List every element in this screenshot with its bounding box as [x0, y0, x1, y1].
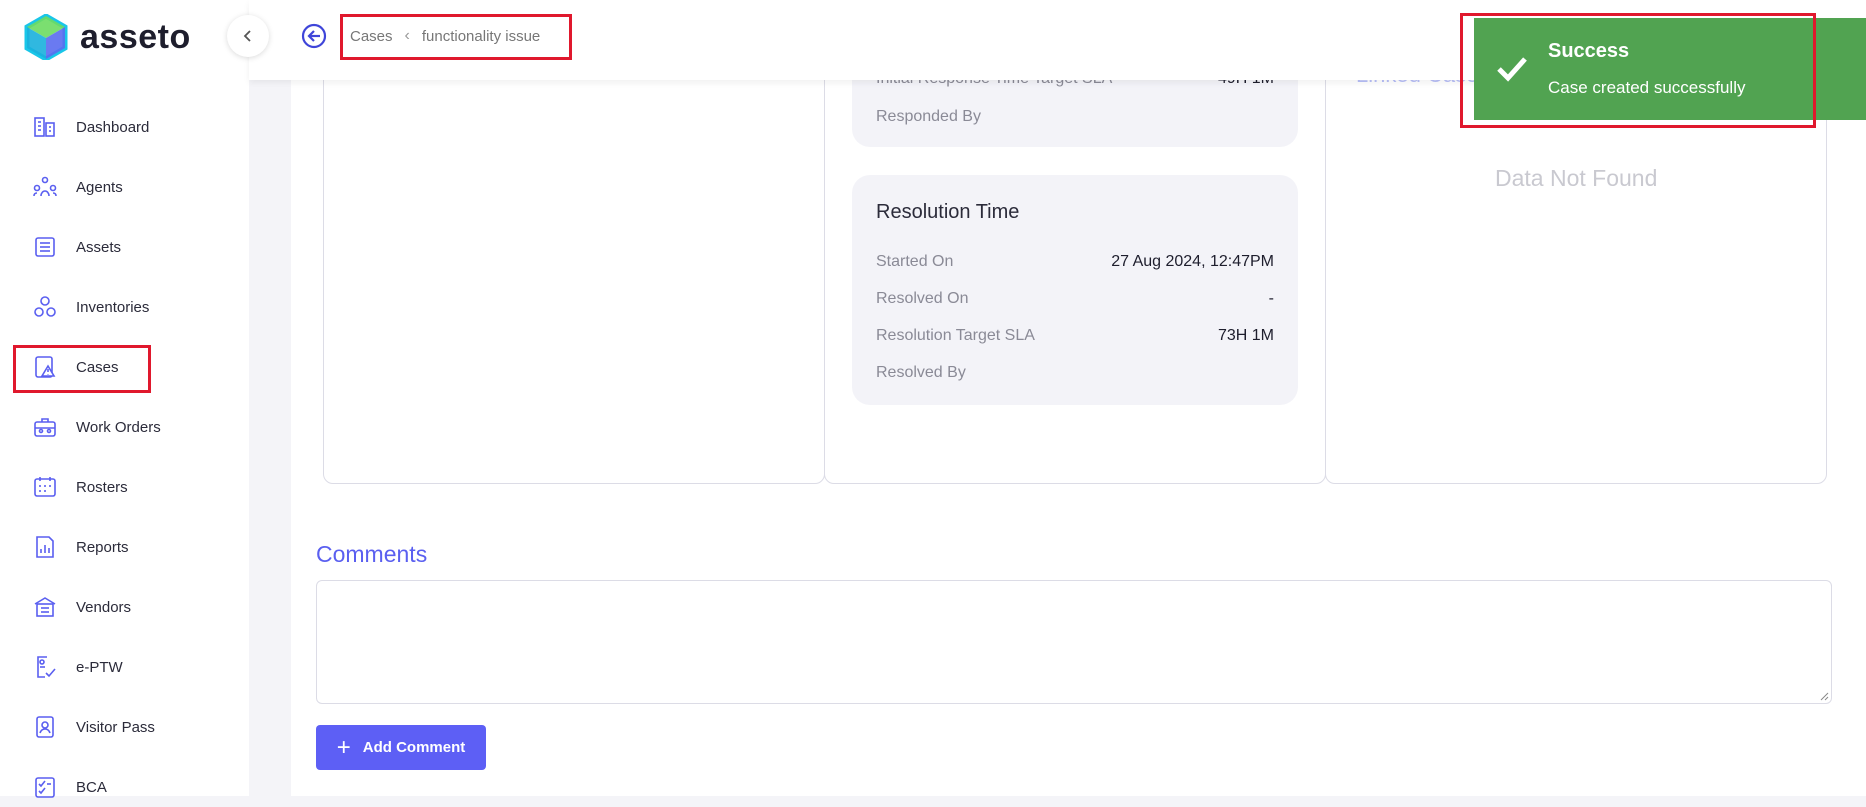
- resolution-time-card: Resolution Time Started On 27 Aug 2024, …: [852, 175, 1298, 405]
- sidebar-item-label: Visitor Pass: [76, 718, 155, 736]
- sidebar-item-bca[interactable]: BCA: [32, 767, 107, 807]
- sidebar: asseto Dashboard Agents Assets Inventori…: [0, 0, 249, 798]
- empty-state-text: Data Not Found: [1495, 165, 1658, 191]
- back-arrow-icon[interactable]: [300, 22, 328, 50]
- add-comment-label: Add Comment: [362, 739, 466, 756]
- sidebar-item-cases[interactable]: Cases: [32, 347, 119, 387]
- resolution-target-value: 73H 1M: [1217, 327, 1274, 344]
- sidebar-item-agents[interactable]: Agents: [32, 167, 123, 207]
- chevron-left-icon: ‹: [404, 27, 410, 44]
- sidebar-item-visitor-pass[interactable]: Visitor Pass: [32, 707, 155, 747]
- linked-cases-panel: [1325, 60, 1827, 484]
- sidebar-item-label: Cases: [76, 358, 119, 376]
- resolved-by-label: Resolved By: [876, 364, 966, 381]
- assets-icon: [32, 234, 58, 260]
- resolution-time-title: Resolution Time: [876, 201, 1020, 223]
- sidebar-item-assets[interactable]: Assets: [32, 227, 121, 267]
- details-panel: [323, 60, 825, 484]
- eptw-icon: [32, 654, 58, 680]
- reports-icon: [32, 534, 58, 560]
- comments-title: Comments: [316, 541, 428, 567]
- resolution-target-label: Resolution Target SLA: [876, 327, 1035, 344]
- brand-name: asseto: [80, 17, 191, 56]
- asseto-logo-icon: [24, 14, 68, 60]
- sidebar-item-dashboard[interactable]: Dashboard: [32, 107, 149, 147]
- sidebar-item-rosters[interactable]: Rosters: [32, 467, 128, 507]
- sidebar-item-label: Agents: [76, 178, 123, 196]
- responded-by-label: Responded By: [876, 108, 981, 125]
- sidebar-item-work-orders[interactable]: Work Orders: [32, 407, 161, 447]
- sidebar-item-label: e-PTW: [76, 658, 123, 676]
- sidebar-item-label: Vendors: [76, 598, 132, 616]
- rosters-icon: [32, 474, 58, 500]
- brand-logo[interactable]: asseto: [24, 14, 191, 60]
- collapse-sidebar-button[interactable]: [227, 15, 269, 57]
- work-orders-icon: [32, 414, 58, 440]
- check-icon: [1497, 57, 1527, 82]
- breadcrumb-current: functionality issue: [421, 27, 541, 45]
- comment-textarea[interactable]: [316, 580, 1832, 704]
- sidebar-item-vendors[interactable]: Vendors: [32, 587, 131, 627]
- sidebar-item-label: Reports: [76, 538, 129, 556]
- cases-icon: [32, 354, 58, 380]
- plus-icon: +: [336, 733, 351, 761]
- vendors-icon: [32, 594, 58, 620]
- resolved-on-label: Resolved On: [876, 290, 969, 307]
- sidebar-item-label: Rosters: [76, 478, 128, 496]
- started-on-label: Started On: [876, 253, 954, 270]
- sidebar-item-reports[interactable]: Reports: [32, 527, 129, 567]
- breadcrumb-root-link[interactable]: Cases: [350, 28, 393, 45]
- toast-message: Case created successfully: [1548, 78, 1746, 97]
- sidebar-item-label: Work Orders: [76, 418, 161, 436]
- sidebar-item-label: Dashboard: [76, 118, 150, 136]
- sidebar-item-label: BCA: [76, 778, 107, 796]
- sidebar-item-label: Assets: [76, 238, 122, 256]
- breadcrumb: Cases ‹ functionality issue: [340, 14, 550, 58]
- toast-title: Success: [1548, 40, 1630, 62]
- bca-icon: [32, 774, 58, 800]
- sidebar-item-eptw[interactable]: e-PTW: [32, 647, 123, 687]
- dashboard-icon: [32, 114, 58, 140]
- sidebar-item-inventories[interactable]: Inventories: [32, 287, 149, 327]
- chevron-left-icon: [243, 30, 251, 42]
- visitor-pass-icon: [32, 714, 58, 740]
- sidebar-item-label: Inventories: [76, 298, 150, 316]
- add-comment-button[interactable]: + Add Comment: [316, 725, 486, 770]
- success-toast[interactable]: Success Case created successfully: [1474, 18, 1866, 120]
- started-on-value: 27 Aug 2024, 12:47PM: [1111, 253, 1274, 270]
- inventories-icon: [32, 294, 58, 320]
- resize-grip-icon[interactable]: [1819, 691, 1829, 701]
- resolved-on-value: -: [1268, 290, 1274, 307]
- agents-icon: [32, 174, 58, 200]
